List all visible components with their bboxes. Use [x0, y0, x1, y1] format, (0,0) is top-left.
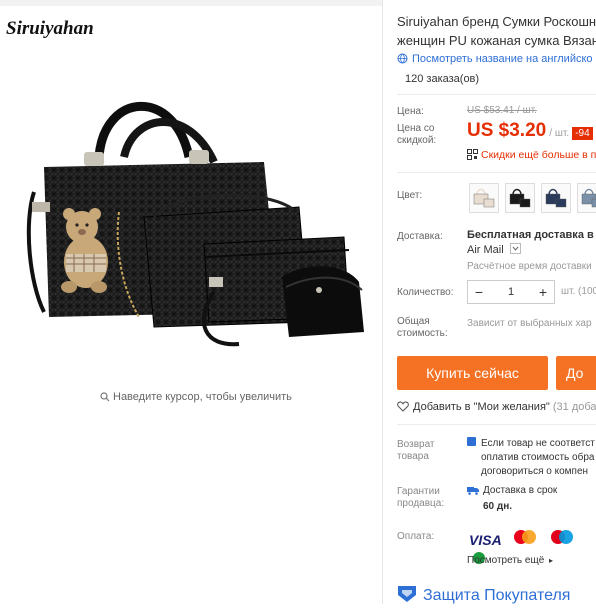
wishlist-label: Добавить в "Мои желания" [413, 401, 550, 413]
add-to-cart-button[interactable]: До [556, 356, 596, 390]
price-unit: / шт. [549, 128, 570, 139]
app-promo-text: Скидки ещё больше в п [481, 149, 596, 161]
visa-logo: VISA [469, 531, 502, 548]
old-price: US $53.41 / шт. [467, 105, 537, 116]
zoom-hint-text: Наведите курсор, чтобы увеличить [113, 391, 292, 403]
product-details: Siruiyahan бренд Сумки Роскошны женщин P… [382, 0, 596, 604]
refund-text: Если товар не соответст оплатив стоимост… [467, 437, 595, 479]
delivery-estimate: Расчётное время доставки [467, 261, 592, 272]
quantity-input[interactable]: 1 [490, 281, 532, 303]
buy-now-button[interactable]: Купить сейчас [397, 356, 548, 390]
refund-line1: Если товар не соответст [481, 438, 595, 449]
total-label: Общая стоимость: [397, 316, 448, 339]
zoom-hint: Наведите курсор, чтобы увеличить [100, 391, 292, 405]
guarantee-line2: 60 дн. [483, 501, 513, 512]
payment-more-label: Посмотреть ещё [467, 555, 545, 566]
truck-icon [467, 486, 479, 500]
search-icon [100, 392, 110, 405]
sale-price-block: US $3.20 / шт. -94 [467, 120, 593, 142]
buyer-protection[interactable]: Защита Покупателя [397, 584, 570, 608]
guarantee-text: Доставка в срок 60 дн. [467, 484, 557, 514]
delivery-label: Доставка: [397, 231, 443, 242]
divider [397, 94, 596, 95]
refund-icon [467, 437, 476, 446]
product-title-line1: Siruiyahan бренд Сумки Роскошны [397, 14, 596, 29]
color-option-blue[interactable] [541, 183, 571, 213]
product-image[interactable] [14, 82, 374, 382]
translate-title-link[interactable]: Посмотреть название на английско [397, 53, 593, 67]
stock-available: шт. (1000 [561, 286, 596, 297]
sale-price: US $3.20 [467, 120, 547, 141]
delivery-carrier[interactable]: Air Mail [467, 243, 521, 256]
orders-count: 120 заказа(ов) [405, 73, 480, 85]
quantity-decrease-button[interactable]: − [468, 281, 490, 303]
color-option-beige[interactable] [469, 183, 499, 213]
refund-label: Возврат товара [397, 439, 435, 462]
translate-title-label: Посмотреть название на английско [412, 53, 593, 65]
product-title-line2: женщин PU кожаная сумка Вязани [397, 33, 596, 48]
refund-line3: договориться о компен [481, 466, 589, 477]
discount-badge: -94 [572, 127, 593, 140]
guarantee-line1: Доставка в срок [483, 485, 558, 496]
app-promo[interactable]: Скидки ещё больше в п [467, 149, 596, 163]
payment-label: Оплата: [397, 531, 435, 542]
color-option-gray-blue[interactable] [577, 183, 596, 213]
quantity-increase-button[interactable]: + [532, 281, 554, 303]
chevron-down-icon: ▸ [549, 556, 554, 565]
brand-logo-text: Siruiyahan [6, 18, 94, 39]
divider [397, 424, 596, 425]
quantity-label: Количество: [397, 287, 454, 298]
buyer-protection-label: Защита Покупателя [423, 587, 571, 604]
color-option-black[interactable] [505, 183, 535, 213]
sale-price-label: Цена со скидкой: [397, 123, 437, 146]
delivery-carrier-label: Air Mail [467, 244, 504, 256]
price-label: Цена: [397, 106, 424, 117]
total-value: Зависит от выбранных хар [467, 318, 592, 329]
payment-more-link[interactable]: Посмотреть ещё ▸ [467, 555, 553, 566]
delivery-method: Бесплатная доставка в Ru [467, 229, 596, 241]
product-title: Siruiyahan бренд Сумки Роскошны женщин P… [397, 12, 596, 50]
product-gallery: Siruiyahan Наведите курсор, чтобы увелич… [0, 0, 382, 604]
guarantee-label: Гарантии продавца: [397, 486, 445, 509]
shield-icon [397, 584, 417, 608]
maestro-icon [549, 529, 575, 550]
globe-icon [397, 53, 408, 67]
heart-icon [397, 401, 409, 415]
divider [397, 172, 596, 173]
qr-code-icon [467, 149, 478, 163]
wishlist-link[interactable]: Добавить в "Мои желания" (31 доба [397, 401, 596, 415]
color-label: Цвет: [397, 190, 423, 201]
mastercard-icon [512, 529, 538, 550]
quantity-stepper: − 1 + [467, 280, 555, 304]
chevron-down-icon [509, 243, 521, 254]
wishlist-count: (31 доба [552, 401, 596, 413]
refund-line2: оплатив стоимость обра [481, 452, 595, 463]
